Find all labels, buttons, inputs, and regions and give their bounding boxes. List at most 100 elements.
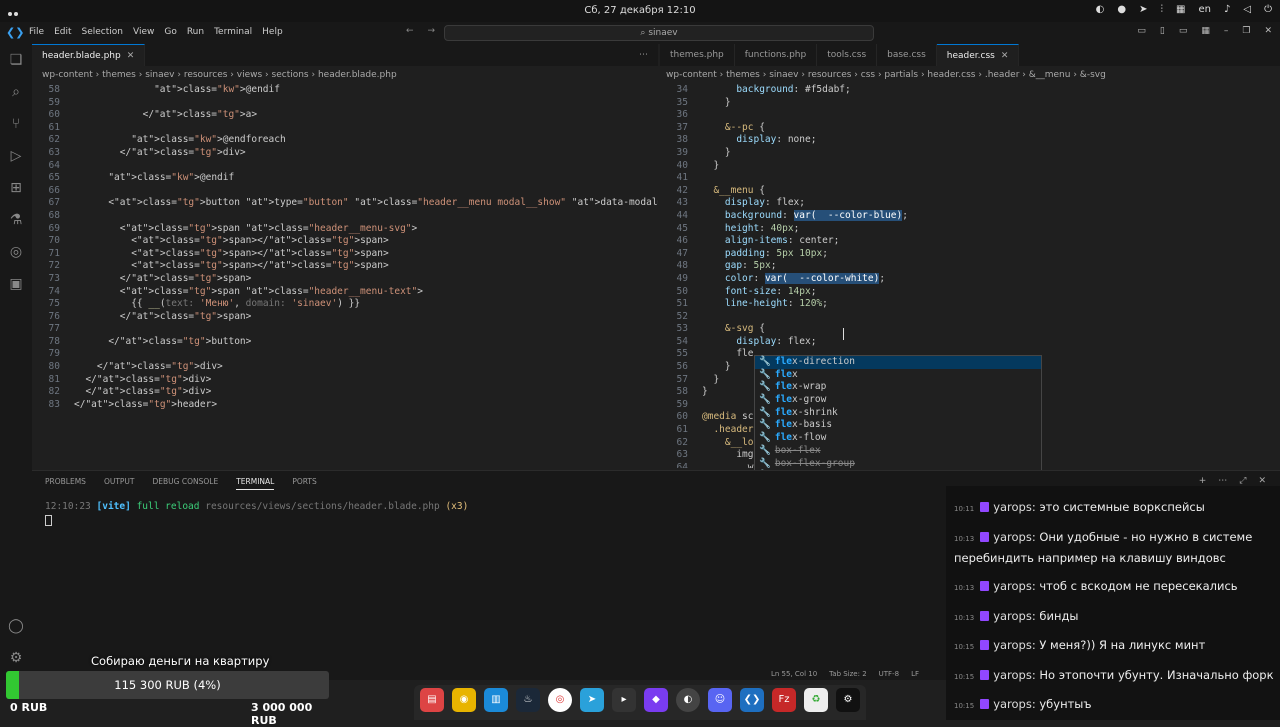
equalizer-icon[interactable]: ⫶ — [1161, 4, 1164, 15]
close-window-icon[interactable]: ✕ — [1264, 26, 1272, 36]
tab-functions-php[interactable]: functions.php — [735, 44, 818, 66]
minimize-icon[interactable]: – — [1224, 26, 1229, 36]
breadcrumb-item[interactable]: css — [861, 70, 875, 80]
breadcrumb-item[interactable]: wp-content — [666, 70, 717, 80]
close-tab-icon[interactable]: ✕ — [1001, 51, 1009, 61]
menu-view[interactable]: View — [133, 27, 154, 37]
tab-themes-php[interactable]: themes.php — [660, 44, 735, 66]
restore-icon[interactable]: ❐ — [1242, 26, 1250, 36]
menu-run[interactable]: Run — [187, 27, 204, 37]
command-center-search[interactable]: ⌕ sinaev — [444, 25, 874, 41]
power-icon[interactable]: ⏻ — [1264, 4, 1272, 15]
left-code-editor[interactable]: 58 "at">class="kw">@endif 59 60 </"at">cla… — [32, 84, 658, 468]
run-debug-icon[interactable]: ▷ — [0, 140, 32, 172]
tab-size[interactable]: Tab Size: 2 — [829, 670, 866, 678]
chrome-icon[interactable]: ◎ — [548, 688, 572, 712]
suggestion-item[interactable]: 🔧 box-flex — [755, 445, 1041, 458]
obsidian-icon[interactable]: ◆ — [644, 688, 668, 712]
keyboard-layout[interactable]: en — [1198, 4, 1211, 15]
breadcrumb-item[interactable]: header.css — [927, 70, 975, 80]
breadcrumb-item[interactable]: resources — [808, 70, 852, 80]
breadcrumb-item[interactable]: sinaev — [145, 70, 174, 80]
system-clock[interactable]: Сб, 27 декабря 12:10 — [0, 5, 1280, 16]
suggestion-item[interactable]: 🔧 box-flex-group — [755, 458, 1041, 471]
explorer-icon[interactable]: ❏ — [0, 44, 32, 76]
breadcrumb-item[interactable]: sinaev — [769, 70, 798, 80]
forward-arrow-icon[interactable]: → — [428, 26, 436, 36]
vscode-dock-icon[interactable]: ❮❯ — [740, 688, 764, 712]
breadcrumb-item[interactable]: &__menu — [1029, 70, 1071, 80]
cursor-position[interactable]: Ln 55, Col 10 — [771, 670, 817, 678]
terminal-icon[interactable]: ▸ — [612, 688, 636, 712]
layout-icon[interactable]: ▭ — [1137, 26, 1146, 36]
suggestion-item[interactable]: 🔧 flex-basis — [755, 419, 1041, 432]
layout-icon[interactable]: ▯ — [1160, 26, 1165, 36]
tab-ports[interactable]: PORTS — [292, 477, 316, 490]
app-icon[interactable]: ⚙ — [836, 688, 860, 712]
menu-edit[interactable]: Edit — [54, 27, 71, 37]
tray-app-icon[interactable]: ◐ — [1096, 4, 1105, 15]
breadcrumb-item[interactable]: views — [237, 70, 262, 80]
app-icon[interactable]: ◐ — [676, 688, 700, 712]
recycle-icon[interactable]: ♻ — [804, 688, 828, 712]
back-arrow-icon[interactable]: ← — [406, 26, 414, 36]
suggestion-item[interactable]: 🔧 flex-direction — [755, 356, 1041, 369]
telegram-dock-icon[interactable]: ➤ — [580, 688, 604, 712]
discord-icon[interactable]: ☺ — [708, 688, 732, 712]
layout-icon[interactable]: ▦ — [1201, 26, 1210, 36]
close-panel-icon[interactable]: ✕ — [1258, 476, 1266, 486]
new-terminal-icon[interactable]: + — [1199, 476, 1207, 486]
menu-go[interactable]: Go — [164, 27, 176, 37]
search-icon[interactable]: ⌕ — [0, 76, 32, 108]
extensions-icon[interactable]: ⊞ — [0, 172, 32, 204]
remote-icon[interactable]: ◎ — [0, 236, 32, 268]
files-icon[interactable]: ▤ — [420, 688, 444, 712]
breadcrumb-item[interactable]: themes — [726, 70, 760, 80]
breadcrumb-item[interactable]: &-svg — [1080, 70, 1106, 80]
tab-output[interactable]: OUTPUT — [104, 477, 135, 490]
tab-header-css[interactable]: header.css ✕ — [936, 44, 1020, 66]
tab-tools-css[interactable]: tools.css — [817, 44, 878, 66]
steam-icon[interactable]: ♨ — [516, 688, 540, 712]
suggestion-item[interactable]: 🔧 flex-wrap — [755, 381, 1041, 394]
volume-icon[interactable]: ◁ — [1243, 4, 1251, 15]
encoding[interactable]: UTF-8 — [879, 670, 899, 678]
menu-help[interactable]: Help — [262, 27, 283, 37]
menu-selection[interactable]: Selection — [82, 27, 123, 37]
more-actions-icon[interactable]: ⋯ — [629, 44, 658, 66]
breadcrumb-item[interactable]: partials — [884, 70, 918, 80]
more-icon[interactable]: ⋯ — [1218, 476, 1227, 486]
filezilla-icon[interactable]: Fz — [772, 688, 796, 712]
breadcrumb-item[interactable]: themes — [102, 70, 136, 80]
notes-icon[interactable]: ▥ — [484, 688, 508, 712]
tray-app-icon[interactable]: ▦ — [1176, 4, 1185, 15]
account-icon[interactable]: ◯ — [0, 610, 32, 642]
testing-icon[interactable]: ⚗ — [0, 204, 32, 236]
docker-icon[interactable]: ▣ — [0, 268, 32, 300]
tray-app-icon[interactable]: ● — [1117, 4, 1126, 15]
suggestion-item[interactable]: 🔧 flex-grow — [755, 394, 1041, 407]
breadcrumb-item[interactable]: sections — [272, 70, 309, 80]
app-icon[interactable]: ◉ — [452, 688, 476, 712]
breadcrumb-item[interactable]: header.blade.php — [318, 70, 397, 80]
suggestion-item[interactable]: 🔧 flex — [755, 369, 1041, 382]
tab-header-blade[interactable]: header.blade.php ✕ — [32, 44, 146, 66]
terminal-output[interactable]: 12:10:23 [vite] full reload resources/vi… — [45, 501, 468, 526]
breadcrumb-item[interactable]: resources — [184, 70, 228, 80]
tab-base-css[interactable]: base.css — [877, 44, 937, 66]
menu-terminal[interactable]: Terminal — [214, 27, 252, 37]
layout-icon[interactable]: ▭ — [1179, 26, 1188, 36]
breadcrumb-item[interactable]: .header — [985, 70, 1020, 80]
close-tab-icon[interactable]: ✕ — [127, 51, 135, 61]
microphone-icon[interactable]: ♪ — [1224, 4, 1230, 15]
suggestion-item[interactable]: 🔧 flex-shrink — [755, 407, 1041, 420]
menu-file[interactable]: File — [29, 27, 44, 37]
telegram-icon[interactable]: ➤ — [1139, 4, 1147, 15]
tab-problems[interactable]: PROBLEMS — [45, 477, 86, 490]
source-control-icon[interactable]: ⑂ — [0, 108, 32, 140]
tab-debug-console[interactable]: DEBUG CONSOLE — [153, 477, 219, 490]
breadcrumb-item[interactable]: wp-content — [42, 70, 93, 80]
line-endings[interactable]: LF — [911, 670, 919, 678]
maximize-panel-icon[interactable]: ⤢ — [1239, 476, 1246, 486]
tab-terminal[interactable]: TERMINAL — [236, 477, 275, 490]
